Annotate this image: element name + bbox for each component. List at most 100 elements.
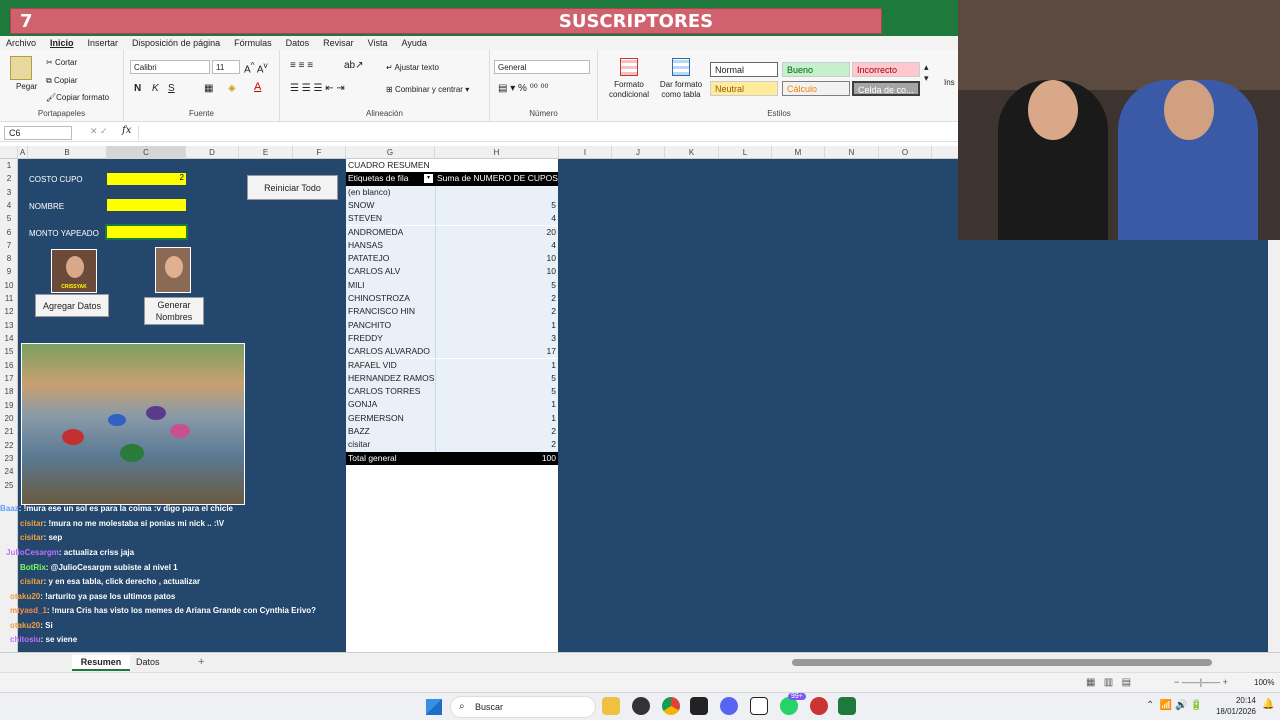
row-header[interactable]: 13 [0,321,18,330]
grow-font-icon[interactable]: A^ Av [244,60,268,75]
menu-disposicion[interactable]: Disposición de página [132,38,220,48]
font-size-select[interactable]: 11 [212,60,240,74]
col-header-c[interactable]: C [107,146,186,159]
nombre-input[interactable] [107,199,186,211]
table-format-icon[interactable] [672,58,690,76]
align-top-icon[interactable]: ≡ ≡ ≡ [290,60,313,71]
style-incorrecto[interactable]: Incorrecto [852,62,920,77]
row-header[interactable]: 24 [0,467,18,476]
select-all-corner[interactable] [0,146,18,159]
pivot-total-row[interactable]: Total general 100 [346,451,558,465]
row-header[interactable]: 2 [0,174,18,183]
col-header-k[interactable]: K [665,146,719,159]
col-header-o[interactable]: O [879,146,932,159]
pivot-row[interactable]: (en blanco) [346,185,558,199]
border-icon[interactable]: ▦ [204,83,213,94]
wrap-text-button[interactable]: ↵ Ajustar texto [386,63,439,72]
row-header[interactable]: 19 [0,401,18,410]
windows-start-icon[interactable] [426,699,442,715]
notion-icon[interactable] [750,697,768,715]
sheet-tab-datos[interactable]: Datos [136,657,160,667]
pivot-row[interactable]: GERMERSON 1 [346,411,558,425]
col-header-g[interactable]: G [346,146,435,159]
row-header[interactable]: 6 [0,228,18,237]
table-format-button[interactable]: Dar formato como tabla [656,80,706,100]
row-header[interactable]: 23 [0,454,18,463]
col-header-h[interactable]: H [435,146,559,159]
zoom-level[interactable]: 100% [1254,678,1274,687]
filter-dropdown-icon[interactable]: ▾ [424,174,433,184]
clock-date[interactable]: 18/01/2026 [1206,707,1256,716]
pivot-row[interactable]: ANDROMEDA 20 [346,225,558,239]
pivot-row[interactable]: CARLOS ALV 10 [346,265,558,279]
pivot-header[interactable]: Etiquetas de fila ▾ Suma de NUMERO DE CU… [346,172,558,186]
menu-inicio[interactable]: Inicio [50,38,74,48]
pivot-row[interactable]: SNOW 5 [346,198,558,213]
row-header[interactable]: 10 [0,281,18,290]
paste-icon[interactable] [10,56,32,80]
col-header-i[interactable]: I [559,146,612,159]
sheet-grid-right[interactable] [958,240,1280,652]
name-box[interactable]: C6 [4,126,72,140]
col-header-n[interactable]: N [825,146,879,159]
view-mode-icons[interactable]: ▦ ▥ ▤ [1086,677,1131,688]
row-header[interactable]: 22 [0,441,18,450]
pivot-row[interactable]: RAFAEL VID 1 [346,358,558,372]
row-header[interactable]: 8 [0,254,18,263]
pivot-row[interactable]: BAZZ 2 [346,425,558,439]
row-header[interactable]: 14 [0,334,18,343]
monto-input[interactable] [105,224,188,240]
col-header-l[interactable]: L [719,146,772,159]
cut-button[interactable]: ✂ Cortar [46,58,77,67]
menu-ayuda[interactable]: Ayuda [402,38,427,48]
system-tray-icons[interactable]: ⌃ 📶 🔊 🔋 [1146,700,1203,711]
conditional-format-icon[interactable] [620,58,638,76]
paste-button[interactable]: Pegar [16,82,37,91]
italic-button[interactable]: K [152,83,159,94]
chrome-icon[interactable] [662,697,680,715]
conditional-format-button[interactable]: Formato condicional [604,80,654,100]
fill-color-icon[interactable]: ◈ [228,83,236,94]
style-celda-comprobacion[interactable]: Celda de co... [852,81,920,96]
style-neutral[interactable]: Neutral [710,81,778,96]
underline-button[interactable]: S [168,83,175,94]
capcut-icon[interactable] [690,697,708,715]
row-header[interactable]: 20 [0,414,18,423]
pivot-row[interactable]: CARLOS ALVARADO 17 [346,345,558,359]
sheet-tab-resumen[interactable]: Resumen [72,655,130,671]
align-left-icon[interactable]: ☰ ☰ ☰ ⇤ ⇥ [290,83,345,94]
clock-time[interactable]: 20:14 [1220,696,1256,705]
format-painter-button[interactable]: 🖌Copiar formato [46,93,109,102]
insert-button[interactable]: Ins [944,78,955,87]
formula-input[interactable] [138,126,956,140]
menu-revisar[interactable]: Revisar [323,38,354,48]
pivot-row[interactable]: GONJA 1 [346,398,558,412]
reset-all-button[interactable]: Reiniciar Todo [247,175,338,200]
style-normal[interactable]: Normal [710,62,778,77]
copy-button[interactable]: ⧉ Copiar [46,76,78,86]
vertical-scrollbar[interactable] [1268,240,1280,652]
row-header[interactable]: 7 [0,241,18,250]
styles-scroll-icon[interactable]: ▴ ▾ [924,62,929,84]
pivot-row[interactable]: PANCHITO 1 [346,318,558,332]
col-header-j[interactable]: J [612,146,665,159]
excel-icon[interactable] [838,697,856,715]
row-header[interactable]: 5 [0,214,18,223]
pivot-row[interactable]: FREDDY 3 [346,331,558,346]
taskbar-search[interactable]: ⌕ Buscar [450,696,596,718]
generate-names-button[interactable]: Generar Nombres [144,297,204,325]
cancel-enter-icons[interactable]: ✕ ✓ [90,126,108,137]
menu-archivo[interactable]: Archivo [6,38,36,48]
pivot-row[interactable]: HANSAS 4 [346,238,558,253]
row-header[interactable]: 21 [0,427,18,436]
row-header[interactable]: 1 [0,161,18,170]
merge-center-button[interactable]: ⊞ Combinar y centrar ▾ [386,85,469,94]
row-header[interactable]: 4 [0,201,18,210]
pivot-row[interactable]: PATATEJO 10 [346,252,558,266]
bold-button[interactable]: N [134,83,141,94]
add-sheet-icon[interactable]: + [198,656,204,668]
pivot-row[interactable]: FRANCISCO HIN 2 [346,305,558,319]
number-format-select[interactable]: General [494,60,590,74]
font-color-icon[interactable]: A [254,81,261,93]
row-header[interactable]: 25 [0,481,18,490]
